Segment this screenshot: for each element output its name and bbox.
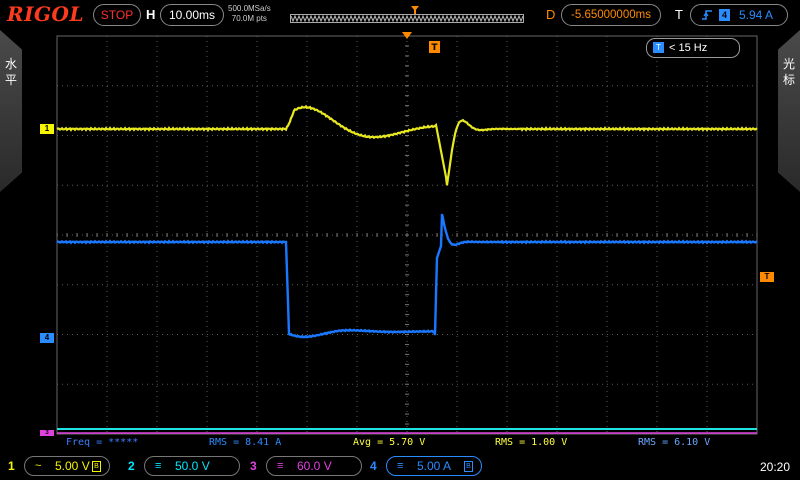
trigger-marker-t: T [429,41,440,53]
memory-strip[interactable] [290,5,524,25]
ch2-pill: ≡ 50.0 V [144,456,240,476]
ch2-number: 2 [128,459,135,473]
memory-depth: 70.0M pts [231,14,267,23]
measurement-rms-ch4[interactable]: RMS = 8.41 A [209,436,281,450]
dc-coupling-icon: ≡ [397,460,404,472]
ch1-pill: ~ 5.00 V B [24,456,110,476]
ch2-scale: 50.0 V [175,459,210,473]
rising-edge-icon [701,5,713,31]
filter-icon: T [653,42,664,53]
trigger-level-marker[interactable]: T [760,272,774,282]
svg-text:T: T [431,43,438,53]
top-status-bar: RIGOL STOP H 10.00ms 500.0MSa/s 70.0M pt… [0,0,800,30]
ch3-scale: 60.0 V [297,459,332,473]
delay-label: D [546,7,556,22]
dc-coupling-icon: ≡ [155,460,162,472]
ch2-settings[interactable]: 2 ≡ 50.0 V [128,456,240,476]
filter-text: < 15 Hz [669,42,708,54]
trigger-filter-badge[interactable]: T < 15 Hz [646,38,740,58]
ch1-number: 1 [8,459,15,473]
measurement-bar: Freq = ***** RMS = 8.41 A Avg = 5.70 V R… [0,436,800,450]
delay-value[interactable]: -5.65000000ms [561,4,661,26]
sample-rate: 500.0MSa/s [228,4,271,13]
trigger-level: 5.94 A [739,8,774,22]
ch3-number: 3 [250,459,257,473]
ac-coupling-icon: ~ [35,460,42,472]
ch4-settings[interactable]: 4 ≡ 5.00 A B [370,456,482,476]
ch4-scale: 5.00 A [417,459,452,473]
horizontal-label: H [146,7,156,22]
measurement-rms-ch1[interactable]: RMS = 1.00 V [495,436,567,450]
timebase-value[interactable]: 10.00ms [160,4,224,26]
measurement-avg[interactable]: Avg = 5.70 V [353,436,425,450]
measurement-freq[interactable]: Freq = ***** [66,436,138,450]
trigger-label: T [675,7,683,22]
ch1-offset-marker[interactable]: 1 [40,124,54,134]
clock: 20:20 [760,460,791,474]
run-stop-button[interactable]: STOP [93,4,141,26]
ch4-offset-marker[interactable]: 4 [40,333,54,343]
acquisition-info: 500.0MSa/s 70.0M pts [228,4,271,24]
bandwidth-limit-icon: B [464,461,473,472]
ch4-number: 4 [370,459,377,473]
ch1-scale: 5.00 V [55,459,90,473]
dc-coupling-icon: ≡ [277,460,284,472]
ch4-pill: ≡ 5.00 A B [386,456,482,476]
trigger-source: 4 [719,9,730,21]
ch4-trace [56,213,758,339]
measurement-rms[interactable]: RMS = 6.10 V [638,436,710,450]
bandwidth-limit-icon: B [92,461,101,472]
graticule [56,35,758,435]
ch3-pill: ≡ 60.0 V [266,456,362,476]
channel-bar: 1 ~ 5.00 V B 2 ≡ 50.0 V 3 ≡ 60.0 V 4 ≡ 5… [0,452,800,480]
rigol-logo: RIGOL [7,2,85,26]
ch1-settings[interactable]: 1 ~ 5.00 V B [8,456,110,476]
ch3-settings[interactable]: 3 ≡ 60.0 V [250,456,362,476]
waveform-display[interactable]: T [0,30,800,436]
trigger-settings[interactable]: 4 5.94 A [690,4,788,26]
